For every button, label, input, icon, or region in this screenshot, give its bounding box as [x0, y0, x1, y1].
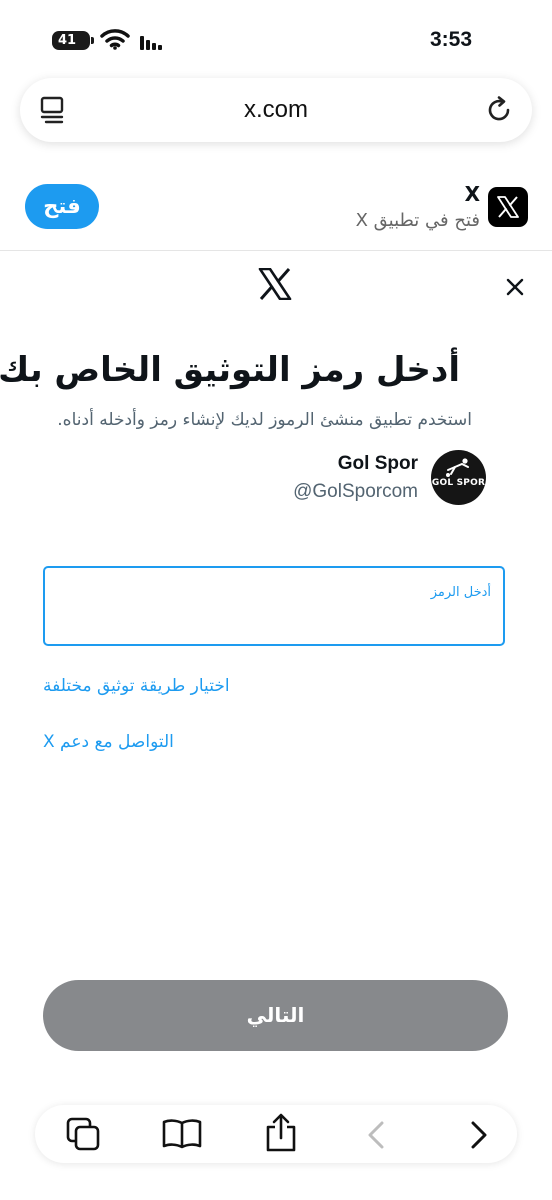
- code-input[interactable]: [57, 604, 491, 636]
- code-field[interactable]: أدخل الرمز: [43, 566, 505, 646]
- x-app-icon: [488, 187, 528, 227]
- avatar: GOL SPOR: [431, 450, 486, 505]
- code-field-label: أدخل الرمز: [430, 585, 491, 600]
- status-bar: 41 3:53: [0, 0, 552, 78]
- account-handle: @GolSporcom: [293, 481, 418, 502]
- battery-tip: [91, 37, 94, 44]
- close-icon[interactable]: [506, 278, 524, 296]
- battery-level: 41: [57, 33, 77, 48]
- open-app-button[interactable]: فتح: [25, 184, 99, 229]
- url-text[interactable]: x.com: [20, 78, 532, 142]
- back-icon[interactable]: [366, 1120, 386, 1150]
- choose-different-method-link[interactable]: اختيار طريقة توثيق مختلفة: [43, 676, 230, 696]
- banner-app-name: X: [464, 182, 480, 206]
- browser-toolbar: [35, 1105, 517, 1163]
- avatar-text: GOL SPOR: [431, 478, 486, 488]
- forward-icon[interactable]: [469, 1120, 489, 1150]
- battery-icon: 41: [52, 31, 90, 50]
- smart-app-banner: فتح X فتح في تطبيق X: [0, 170, 552, 251]
- tabs-icon[interactable]: [66, 1117, 102, 1153]
- x-logo-icon: [258, 268, 292, 300]
- signal-icon: [140, 36, 162, 50]
- status-time: 3:53: [429, 28, 472, 51]
- page-title: أدخل رمز التوثيق الخاص بك: [0, 350, 460, 390]
- contact-support-link[interactable]: التواصل مع دعم X: [43, 732, 174, 752]
- account-info: GOL SPOR Gol Spor @GolSporcom: [0, 448, 552, 508]
- soccer-player-icon: [446, 458, 469, 477]
- address-bar[interactable]: x.com: [20, 78, 532, 142]
- share-icon[interactable]: [264, 1113, 298, 1153]
- account-name: Gol Spor: [337, 453, 418, 474]
- page-subtitle: استخدم تطبيق منشئ الرموز لديك لإنشاء رمز…: [57, 410, 472, 430]
- next-button[interactable]: التالي: [43, 980, 508, 1051]
- bookmarks-icon[interactable]: [162, 1118, 202, 1150]
- banner-subtitle: فتح في تطبيق X: [355, 210, 480, 231]
- reload-icon[interactable]: [484, 95, 514, 125]
- wifi-icon: [100, 29, 130, 50]
